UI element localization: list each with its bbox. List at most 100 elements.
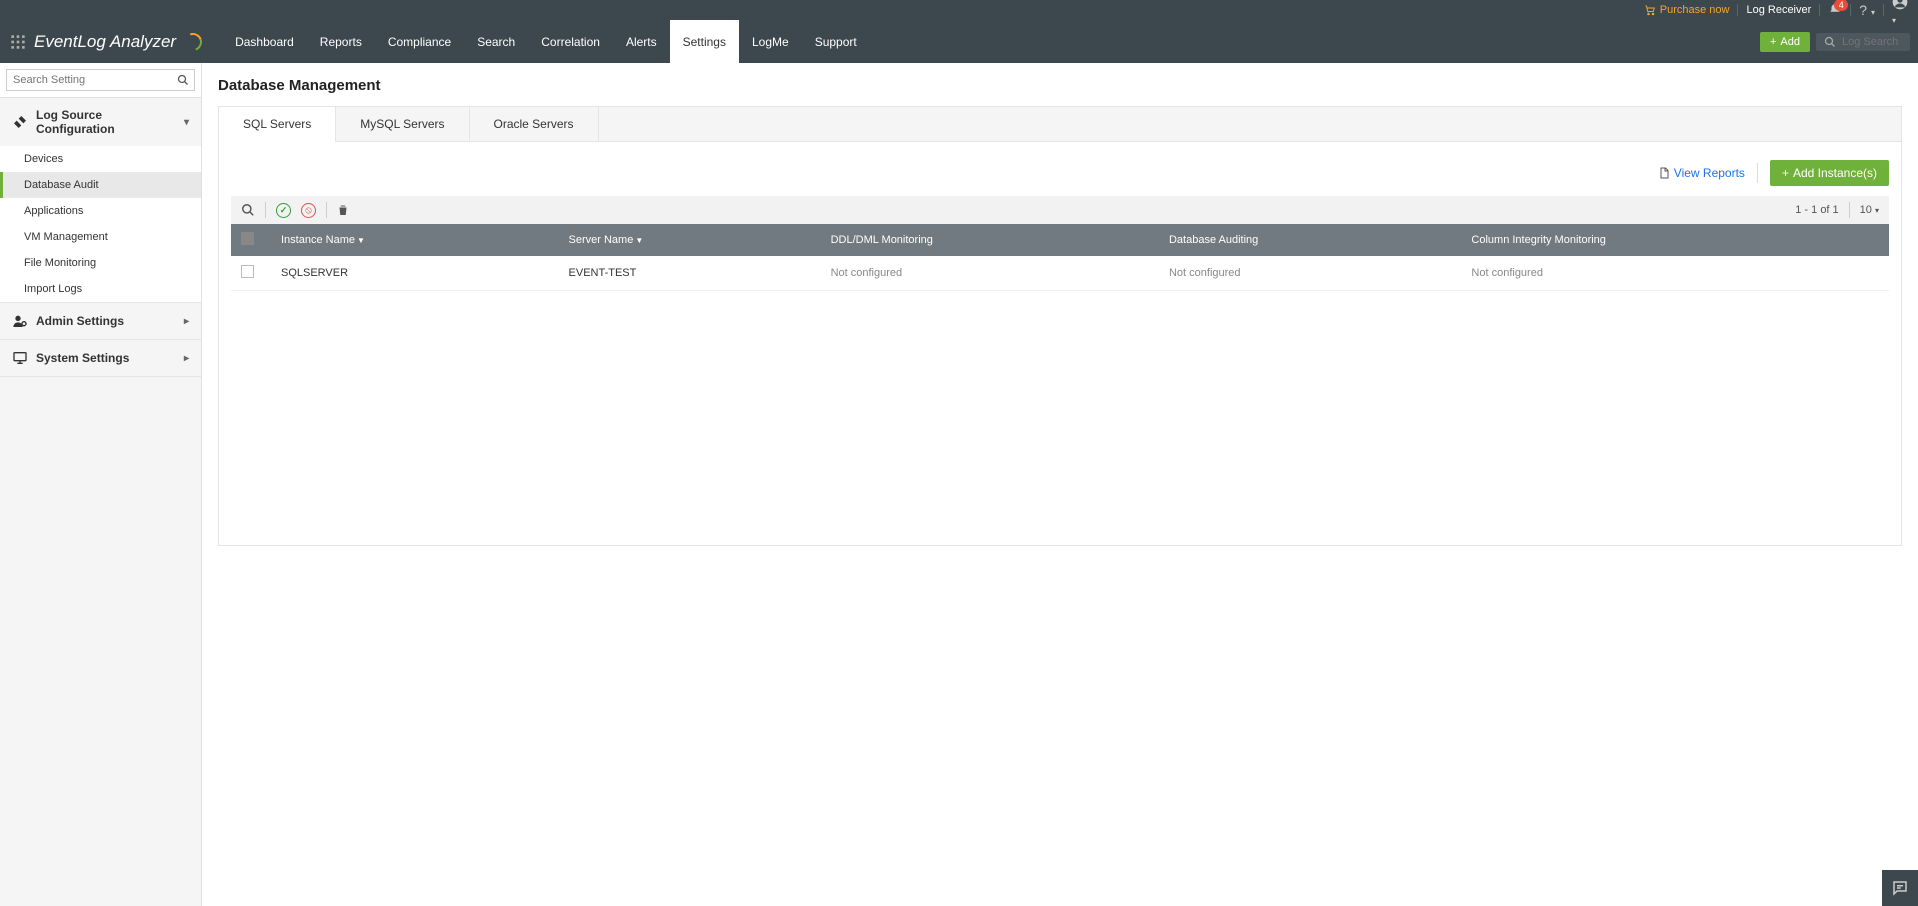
- table-header-row: Instance Name▼ Server Name▼ DDL/DML Moni…: [231, 224, 1889, 256]
- nav-items: DashboardReportsComplianceSearchCorrelat…: [222, 20, 870, 63]
- col-instance-name[interactable]: Instance Name▼: [271, 224, 559, 256]
- sidebar: Log Source Configuration ▾ DevicesDatabase…: [0, 63, 202, 906]
- table-row: SQLSERVEREVENT-TESTNot configuredNot con…: [231, 256, 1889, 291]
- table-search-icon[interactable]: [241, 203, 255, 217]
- admin-icon: [12, 313, 28, 329]
- sidebar-search: [0, 63, 201, 98]
- cell-auditing: Not configured: [1159, 256, 1461, 291]
- purchase-label: Purchase now: [1660, 4, 1730, 16]
- search-icon[interactable]: [177, 74, 189, 86]
- brand-arc-icon: [181, 30, 205, 54]
- panel: SQL ServersMySQL ServersOracle Servers V…: [218, 106, 1902, 546]
- nav-item-support[interactable]: Support: [802, 20, 870, 63]
- add-instance-label: Add Instance(s): [1793, 166, 1877, 180]
- plus-icon: +: [1782, 166, 1789, 180]
- add-button[interactable]: + Add: [1760, 32, 1810, 52]
- nav-item-logme[interactable]: LogMe: [739, 20, 802, 63]
- nav-item-reports[interactable]: Reports: [307, 20, 375, 63]
- separator: [265, 202, 266, 218]
- data-table: Instance Name▼ Server Name▼ DDL/DML Moni…: [231, 224, 1889, 291]
- nav-item-correlation[interactable]: Correlation: [528, 20, 613, 63]
- row-checkbox[interactable]: [241, 265, 254, 278]
- sidebar-section: Admin Settings ▸: [0, 303, 201, 340]
- separator: [1883, 4, 1884, 16]
- plus-icon: +: [1770, 36, 1776, 48]
- delete-icon[interactable]: [337, 203, 349, 217]
- sidebar-section: System Settings▸: [0, 340, 201, 377]
- col-ddl-monitoring: DDL/DML Monitoring: [821, 224, 1159, 256]
- sidebar-item-devices[interactable]: Devices: [0, 146, 201, 172]
- nav-item-search[interactable]: Search: [464, 20, 528, 63]
- navbar: EventLog Analyzer DashboardReportsCompli…: [0, 20, 1918, 63]
- sidebar-item-import-logs[interactable]: Import Logs: [0, 276, 201, 302]
- sidebar-section: Log Source Configuration ▾ DevicesDatabase…: [0, 98, 201, 303]
- separator: [1737, 4, 1738, 16]
- nav-right: + Add: [1760, 20, 1918, 63]
- nav-item-alerts[interactable]: Alerts: [613, 20, 670, 63]
- sidebar-section-label: Admin Settings: [36, 314, 124, 328]
- nav-item-settings[interactable]: Settings: [670, 20, 739, 63]
- page-size-selector[interactable]: 10 ▾: [1860, 204, 1879, 216]
- view-reports-link[interactable]: View Reports: [1658, 166, 1745, 180]
- pager: 1 - 1 of 1 10 ▾: [1795, 202, 1879, 218]
- cell-integrity: Not configured: [1461, 256, 1889, 291]
- cart-icon: [1644, 4, 1656, 16]
- separator: [1850, 4, 1851, 16]
- table-toolbar: ✓ ⦸ 1 - 1 of 1 10 ▾: [231, 196, 1889, 224]
- nav-item-compliance[interactable]: Compliance: [375, 20, 464, 63]
- page-title: Database Management: [218, 77, 1902, 94]
- sidebar-section-head[interactable]: System Settings▸: [0, 340, 201, 376]
- divider: [1757, 163, 1758, 183]
- sort-caret-icon: ▼: [357, 236, 365, 245]
- nav-item-dashboard[interactable]: Dashboard: [222, 20, 307, 63]
- chevron-right-icon: ▸: [184, 316, 189, 327]
- log-receiver-link[interactable]: Log Receiver: [1746, 4, 1811, 16]
- sidebar-search-input[interactable]: [6, 69, 195, 91]
- cell-ddl: Not configured: [821, 256, 1159, 291]
- help-icon[interactable]: ? ▾: [1859, 2, 1875, 18]
- disable-icon[interactable]: ⦸: [301, 203, 316, 218]
- sidebar-section-head[interactable]: Log Source Configuration ▾: [0, 98, 201, 146]
- sidebar-section-label: System Settings: [36, 351, 129, 365]
- tab-oracle-servers[interactable]: Oracle Servers: [470, 107, 599, 141]
- panel-body: View Reports + Add Instance(s) ✓ ⦸: [219, 142, 1901, 303]
- brand: EventLog Analyzer: [0, 20, 222, 63]
- purchase-link[interactable]: Purchase now: [1644, 4, 1730, 16]
- add-label: Add: [1780, 36, 1800, 48]
- notification-icon[interactable]: 4: [1828, 3, 1842, 17]
- sidebar-item-applications[interactable]: Applications: [0, 198, 201, 224]
- sidebar-section-label: Log Source Configuration: [36, 108, 176, 136]
- topbar: Purchase now Log Receiver 4 ? ▾ ▾: [0, 0, 1918, 20]
- tools-icon: [12, 114, 28, 130]
- col-server-name[interactable]: Server Name▼: [559, 224, 821, 256]
- enable-icon[interactable]: ✓: [276, 203, 291, 218]
- sidebar-subitems: DevicesDatabase AuditApplicationsVM Mana…: [0, 146, 201, 302]
- apps-grid-icon[interactable]: [10, 34, 26, 50]
- sidebar-item-file-monitoring[interactable]: File Monitoring: [0, 250, 201, 276]
- separator: [1849, 202, 1850, 218]
- select-all-checkbox[interactable]: [241, 232, 254, 245]
- tab-sql-servers[interactable]: SQL Servers: [219, 107, 336, 142]
- tab-mysql-servers[interactable]: MySQL Servers: [336, 107, 469, 141]
- log-search-box[interactable]: [1816, 33, 1910, 51]
- sidebar-item-database-audit[interactable]: Database Audit: [0, 172, 201, 198]
- sidebar-section-head[interactable]: Admin Settings ▸: [0, 303, 201, 339]
- cell-server: EVENT-TEST: [559, 256, 821, 291]
- log-search-input[interactable]: [1842, 36, 1902, 48]
- col-db-auditing: Database Auditing: [1159, 224, 1461, 256]
- document-icon: [1658, 166, 1670, 180]
- system-icon: [12, 350, 28, 366]
- sidebar-item-vm-management[interactable]: VM Management: [0, 224, 201, 250]
- add-instance-button[interactable]: + Add Instance(s): [1770, 160, 1889, 186]
- actions-row: View Reports + Add Instance(s): [231, 154, 1889, 196]
- separator: [326, 202, 327, 218]
- chat-fab[interactable]: [1882, 870, 1918, 906]
- view-reports-label: View Reports: [1674, 166, 1745, 180]
- pager-text: 1 - 1 of 1: [1795, 204, 1838, 216]
- brand-name: EventLog Analyzer: [34, 32, 176, 52]
- content: Database Management SQL ServersMySQL Ser…: [202, 63, 1918, 906]
- separator: [1819, 4, 1820, 16]
- chevron-down-icon: ▾: [184, 117, 189, 128]
- tabs: SQL ServersMySQL ServersOracle Servers: [219, 107, 1901, 142]
- col-integrity-monitoring: Column Integrity Monitoring: [1461, 224, 1889, 256]
